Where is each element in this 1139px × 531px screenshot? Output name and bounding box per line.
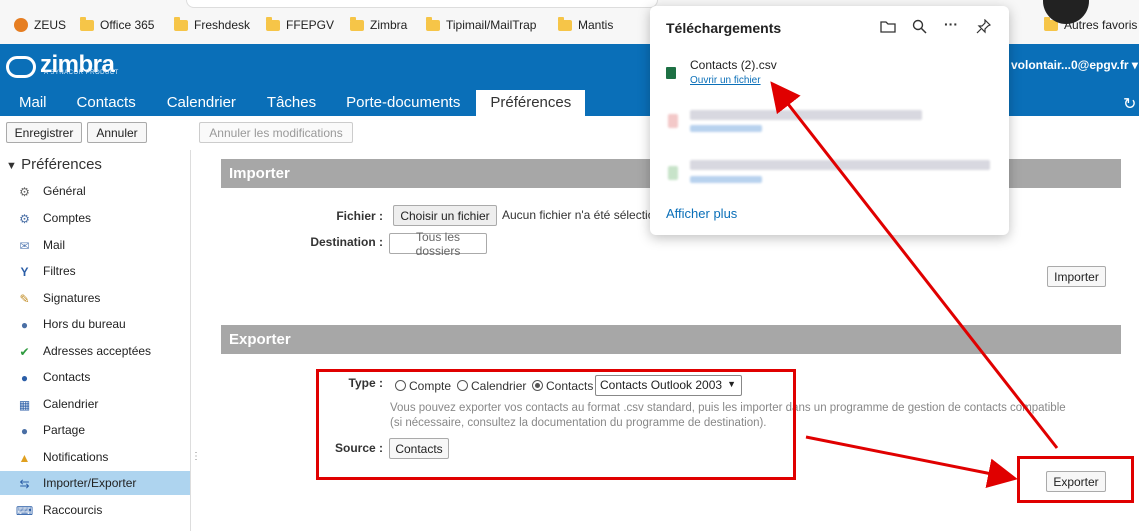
annotation-arrows <box>770 81 1059 489</box>
annotation-arrow-to-export <box>805 435 1018 489</box>
annotation-arrow-to-download <box>770 81 1059 449</box>
